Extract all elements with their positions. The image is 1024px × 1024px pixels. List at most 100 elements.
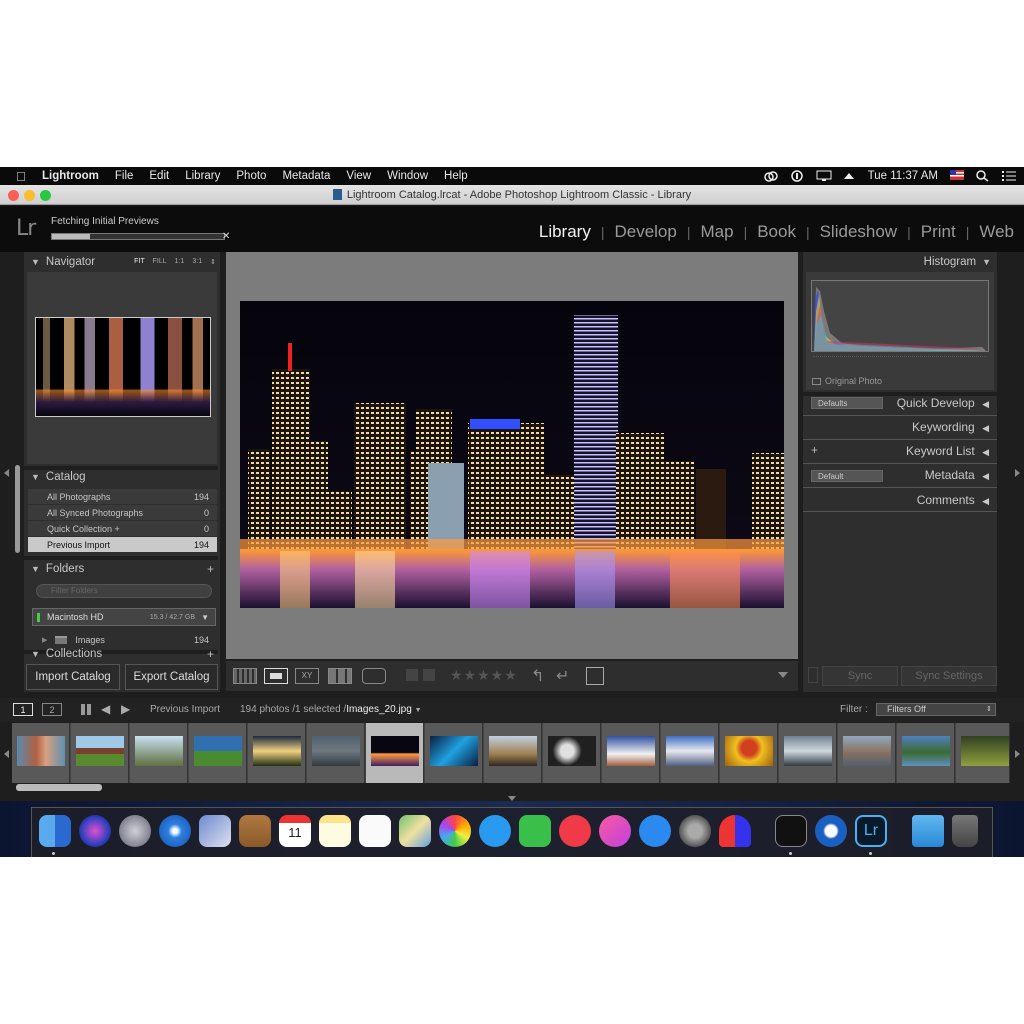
module-develop[interactable]: Develop: [614, 222, 676, 242]
filmstrip-right-arrow-icon[interactable]: [1015, 750, 1020, 758]
folder-disclosure-icon[interactable]: ▶: [42, 636, 47, 644]
filmstrip-thumbnail[interactable]: [543, 723, 601, 783]
metadata-preset-select[interactable]: Default: [811, 470, 883, 482]
expand-quick-develop-icon[interactable]: ◀: [982, 399, 989, 409]
filmstrip-thumbnail[interactable]: [720, 723, 778, 783]
folder-dock-icon[interactable]: [912, 815, 944, 847]
loupe-view-icon[interactable]: [264, 668, 288, 684]
add-folder-icon[interactable]: +: [207, 562, 214, 576]
navigator-thumbnail[interactable]: [35, 317, 211, 417]
filmstrip-thumbnail[interactable]: [12, 723, 70, 783]
comments-header[interactable]: Comments ◀: [917, 493, 989, 507]
back-arrow-icon[interactable]: ◀: [101, 702, 110, 716]
filmstrip-left-arrow-icon[interactable]: [4, 750, 9, 758]
menu-photo[interactable]: Photo: [236, 170, 266, 182]
notes-icon[interactable]: [319, 815, 351, 847]
onepassword-dock-icon[interactable]: [815, 815, 847, 847]
lightroom-dock-icon[interactable]: Lr: [855, 815, 887, 847]
system-preferences-icon[interactable]: [679, 815, 711, 847]
collapse-histogram-icon[interactable]: ▼: [982, 257, 991, 267]
maps-icon[interactable]: [399, 815, 431, 847]
quick-develop-preset-select[interactable]: Defaults: [811, 397, 883, 409]
facetime-icon[interactable]: [519, 815, 551, 847]
left-panel-scrollbar[interactable]: [15, 465, 20, 553]
filmstrip-thumbnail[interactable]: [661, 723, 719, 783]
folder-filter-input[interactable]: Filter Folders: [36, 584, 212, 598]
folder-item-images[interactable]: ▶ Images 194: [28, 632, 217, 647]
filmstrip-thumbnail[interactable]: [71, 723, 129, 783]
display-icon[interactable]: [816, 170, 832, 182]
right-panel-toggle-icon[interactable]: [1015, 469, 1020, 477]
quick-develop-header[interactable]: Quick Develop ◀: [897, 396, 989, 410]
module-library[interactable]: Library: [539, 222, 591, 242]
rotate-right-icon[interactable]: ↵: [556, 666, 569, 686]
menu-lightroom[interactable]: Lightroom: [42, 170, 99, 182]
collapse-folders-icon[interactable]: ▼: [31, 564, 40, 574]
search-icon[interactable]: [976, 170, 990, 182]
zoom-fit[interactable]: FIT: [134, 258, 145, 266]
news-icon[interactable]: [559, 815, 591, 847]
import-catalog-button[interactable]: Import Catalog: [26, 664, 120, 690]
module-book[interactable]: Book: [757, 222, 796, 242]
onepassword-icon[interactable]: [790, 170, 804, 182]
toolbar-options-icon[interactable]: [778, 672, 788, 678]
catalog-item-previous-import[interactable]: Previous Import 194: [28, 537, 217, 552]
collections-header[interactable]: ▼ Collections +: [24, 648, 220, 660]
catalog-header[interactable]: ▼ Catalog: [24, 467, 220, 487]
navigator-header[interactable]: ▼ Navigator FIT FILL 1:1 3:1 ⇕: [24, 252, 220, 272]
finder-icon[interactable]: [39, 815, 71, 847]
filmstrip-source[interactable]: Previous Import: [150, 704, 220, 715]
keywording-header[interactable]: Keywording ◀: [912, 420, 989, 434]
launchpad-icon[interactable]: [119, 815, 151, 847]
catalog-item-all-photographs[interactable]: All Photographs 194: [28, 489, 217, 504]
file-menu-icon[interactable]: ▼: [415, 707, 422, 714]
photos-icon[interactable]: [439, 815, 471, 847]
menu-help[interactable]: Help: [444, 170, 468, 182]
menu-library[interactable]: Library: [185, 170, 220, 182]
expand-comments-icon[interactable]: ◀: [982, 496, 989, 506]
sync-button[interactable]: Sync: [822, 666, 898, 686]
zoom-1-1[interactable]: 1:1: [175, 258, 185, 266]
siri-icon[interactable]: [79, 815, 111, 847]
module-print[interactable]: Print: [921, 222, 956, 242]
metadata-header[interactable]: Metadata ◀: [925, 468, 989, 482]
zoom-3-1[interactable]: 3:1: [192, 258, 202, 266]
catalog-item-all-synced[interactable]: All Synced Photographs 0: [28, 505, 217, 520]
star-rating[interactable]: ★★★★★: [450, 667, 518, 684]
sync-toggle-switch[interactable]: [808, 667, 818, 683]
grid-view-small-icon[interactable]: [81, 704, 92, 715]
filmstrip-thumbnail[interactable]: [189, 723, 247, 783]
us-flag-icon[interactable]: [950, 170, 964, 182]
volume-expand-icon[interactable]: ▼: [201, 613, 209, 622]
filmstrip-thumbnail-selected[interactable]: [366, 723, 424, 783]
reminders-icon[interactable]: [359, 815, 391, 847]
zoom-more-icon[interactable]: ⇕: [210, 258, 216, 266]
filter-dropdown-icon[interactable]: ⇕: [986, 704, 992, 715]
rotate-left-icon[interactable]: ↰: [531, 666, 544, 686]
filmstrip-thumbnail[interactable]: [602, 723, 660, 783]
contacts-icon[interactable]: [239, 815, 271, 847]
expand-keywording-icon[interactable]: ◀: [982, 423, 989, 433]
forward-arrow-icon[interactable]: ▶: [121, 702, 130, 716]
notification-center-icon[interactable]: [1002, 170, 1016, 182]
window-title-bar[interactable]: Lightroom Catalog.lrcat - Adobe Photosho…: [0, 185, 1024, 205]
magnet-icon[interactable]: [719, 815, 751, 847]
menu-view[interactable]: View: [346, 170, 371, 182]
safari-icon[interactable]: [159, 815, 191, 847]
filmstrip-thumbnail[interactable]: [425, 723, 483, 783]
filter-select[interactable]: Filters Off ⇕: [876, 703, 996, 716]
apple-logo-icon[interactable]: : [16, 169, 30, 184]
zoom-fill[interactable]: FILL: [153, 258, 167, 266]
menu-metadata[interactable]: Metadata: [282, 170, 330, 182]
collapse-navigator-icon[interactable]: ▼: [31, 257, 40, 267]
terminal-icon[interactable]: [775, 815, 807, 847]
collapse-catalog-icon[interactable]: ▼: [31, 472, 40, 482]
compare-view-icon[interactable]: XY: [295, 668, 319, 684]
filmstrip-thumbnail[interactable]: [484, 723, 542, 783]
folders-header[interactable]: ▼ Folders +: [24, 559, 220, 579]
flag-reject-icon[interactable]: [423, 669, 435, 681]
secondary-window-button[interactable]: 2: [42, 703, 62, 716]
grid-view-icon[interactable]: [233, 668, 257, 684]
catalog-item-quick-collection[interactable]: Quick Collection + 0: [28, 521, 217, 536]
creative-cloud-icon[interactable]: [763, 170, 778, 182]
